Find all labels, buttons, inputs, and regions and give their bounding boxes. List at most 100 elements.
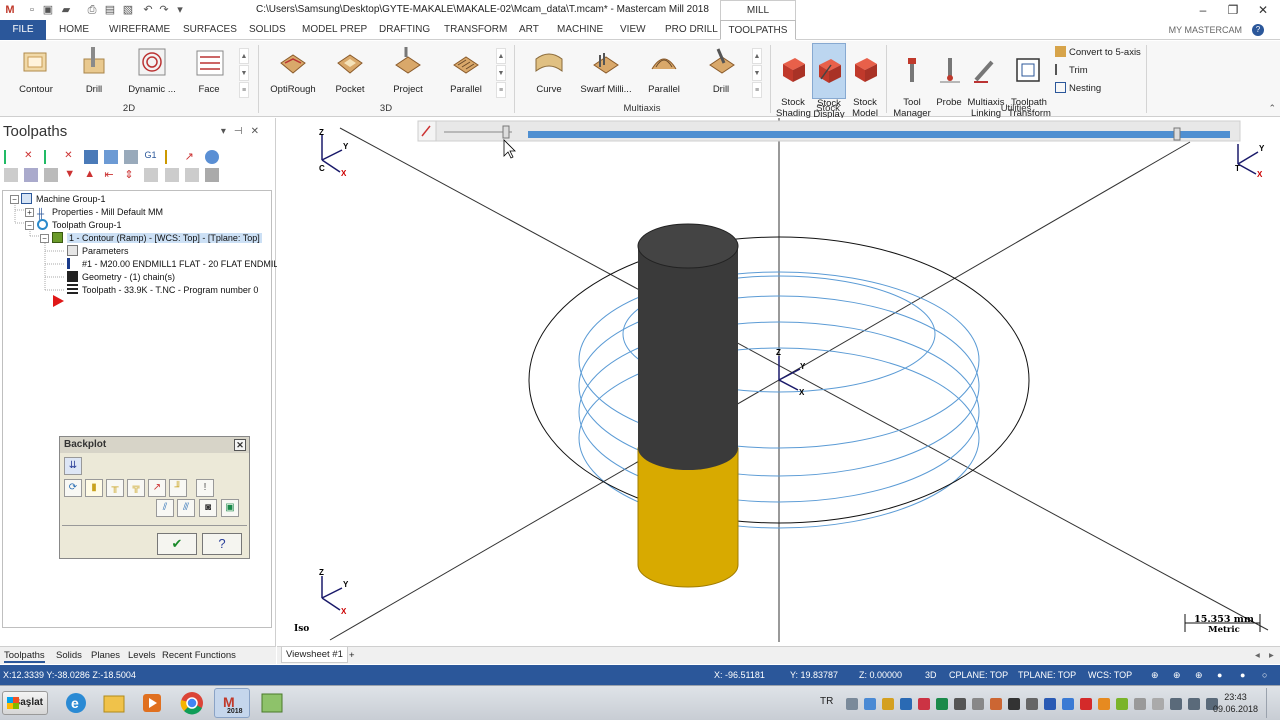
tab-transform[interactable]: TRANSFORM [438, 20, 513, 40]
mastercam-taskbar-button[interactable]: M 2018 [214, 688, 250, 718]
move-up-icon[interactable]: ▲ [84, 168, 98, 182]
tray-app-icon[interactable] [1098, 698, 1110, 710]
tray-app-icon[interactable] [1134, 698, 1146, 710]
undo-icon[interactable]: ↶ [140, 2, 156, 18]
contour-button[interactable]: Contour [14, 45, 58, 95]
insert-after-icon[interactable]: ⇕ [124, 168, 138, 182]
deselect-icon[interactable]: ✕ [24, 150, 38, 164]
stock-display-button[interactable]: Stock Display [812, 43, 846, 120]
display-entity-icon[interactable]: ↗ [148, 479, 166, 497]
select-all-icon[interactable] [4, 150, 18, 164]
tab-machine[interactable]: MACHINE [551, 20, 609, 40]
collapse-ribbon-icon[interactable]: ⌃ [1268, 103, 1276, 114]
tab-pro-drill[interactable]: PRO DRILL [659, 20, 724, 40]
tab-surfaces[interactable]: SURFACES [177, 20, 243, 40]
toggle-posting-icon[interactable] [44, 168, 59, 182]
chrome-icon[interactable] [174, 688, 210, 718]
regenerate-icon[interactable] [44, 150, 58, 164]
settings-icon[interactable] [204, 168, 219, 182]
scroll-left-icon[interactable]: ◂ [1255, 650, 1260, 661]
tab-solids-manager[interactable]: Solids [56, 650, 82, 661]
highfeed-icon[interactable]: ↗ [185, 150, 199, 164]
bluetooth-icon[interactable] [1044, 698, 1056, 710]
print-preview-icon[interactable]: ▤ [102, 2, 118, 18]
wifi-icon[interactable] [1170, 698, 1182, 710]
expand-all-icon[interactable] [184, 168, 199, 182]
tray-app-icon[interactable] [882, 698, 894, 710]
tray-app-icon[interactable] [1062, 698, 1074, 710]
scroll-right-icon[interactable]: ▸ [1269, 650, 1274, 661]
sphere-icon[interactable]: ● [1240, 670, 1245, 680]
trim-button[interactable]: Trim [1055, 64, 1088, 76]
display-rapid-icon[interactable]: ╦ [127, 479, 145, 497]
dynamic-button[interactable]: Dynamic ... [126, 45, 178, 95]
customize-toolbar-icon[interactable]: ▾ [172, 2, 188, 18]
project-button[interactable]: Project [390, 45, 426, 95]
screenshot-icon[interactable]: ▧ [120, 2, 136, 18]
tray-app-icon[interactable] [1026, 698, 1038, 710]
maximize-button[interactable]: ❐ [1218, 0, 1248, 20]
cplane-status[interactable]: CPLANE: TOP [949, 670, 1008, 680]
tab-model-prep[interactable]: MODEL PREP [296, 20, 373, 40]
tab-levels-manager[interactable]: Levels [128, 650, 155, 661]
toggle-display-icon[interactable] [24, 168, 39, 182]
tab-home[interactable]: HOME [53, 20, 95, 40]
ok-button[interactable]: ✔ [157, 533, 197, 555]
tray-app-icon[interactable] [990, 698, 1002, 710]
2d-gallery-scroll[interactable]: ▲ ▼ ≡ [239, 48, 249, 98]
wcs-status[interactable]: WCS: TOP [1088, 670, 1132, 680]
display-holder-icon[interactable]: ╥ [106, 479, 124, 497]
tray-app-icon[interactable] [900, 698, 912, 710]
x-coord[interactable]: X: -96.51181 [714, 670, 765, 680]
tab-art[interactable]: ART [513, 20, 545, 40]
y-coord[interactable]: Y: 19.83787 [790, 670, 838, 680]
globe-icon[interactable]: ⊕ [1151, 670, 1159, 681]
volume-icon[interactable] [1188, 698, 1200, 710]
close-button[interactable]: ✕ [1248, 0, 1278, 20]
shaded-globe-icon[interactable]: ⊕ [1195, 670, 1203, 681]
tab-planes-manager[interactable]: Planes [91, 650, 120, 661]
tab-recent-functions[interactable]: Recent Functions [162, 650, 236, 661]
save-icon[interactable]: ▣ [40, 2, 56, 18]
verify-all-icon[interactable]: ⫻ [177, 499, 195, 517]
tray-app-icon[interactable] [918, 698, 930, 710]
parallel-3d-button[interactable]: Parallel [448, 45, 484, 95]
print-icon[interactable]: ⎙ [84, 2, 100, 18]
show-desktop-button[interactable] [1266, 688, 1276, 718]
tab-solids[interactable]: SOLIDS [243, 20, 292, 40]
language-indicator[interactable]: TR [820, 696, 833, 707]
tab-wireframe[interactable]: WIREFRAME [103, 20, 176, 40]
tab-toolpaths[interactable]: TOOLPATHS [720, 20, 796, 40]
swarf-milling-button[interactable]: Swarf Milli... [578, 45, 634, 95]
quick-verify-icon[interactable]: ⫽ [156, 499, 174, 517]
z-coord[interactable]: Z: 0.00000 [859, 670, 902, 680]
save-geometry-icon[interactable]: ▣ [221, 499, 239, 517]
post-icon[interactable] [164, 150, 179, 164]
panel-close-icon[interactable]: ✕ [251, 126, 267, 137]
convert-to-5-axis-button[interactable]: Convert to 5-axis [1055, 46, 1141, 58]
display-endpoints-icon[interactable]: ╜ [169, 479, 187, 497]
tray-app-icon[interactable] [846, 698, 858, 710]
drill-multiaxis-button[interactable]: Drill [706, 45, 736, 95]
lock-icon[interactable] [4, 168, 18, 182]
tplane-status[interactable]: TPLANE: TOP [1018, 670, 1076, 680]
show-all-icon[interactable] [164, 168, 179, 182]
my-mastercam-link[interactable]: MY MASTERCAM [1169, 20, 1242, 40]
tray-network-icon[interactable] [864, 698, 876, 710]
mode-3d[interactable]: 3D [925, 670, 937, 680]
optirough-button[interactable]: OptiRough [268, 45, 318, 95]
battery-icon[interactable] [1152, 698, 1164, 710]
sphere-outline-icon[interactable]: ○ [1262, 670, 1267, 680]
tray-app-icon[interactable] [1008, 698, 1020, 710]
add-viewsheet-button[interactable]: + [349, 650, 355, 661]
insert-arrow-icon[interactable]: ⇤ [104, 168, 118, 182]
help-small-icon[interactable] [204, 150, 219, 164]
mastercam-logo-icon[interactable]: M [2, 2, 18, 18]
screenshot-camera-icon[interactable]: ◙ [199, 499, 217, 517]
file-explorer-icon[interactable] [96, 688, 132, 718]
backplot-close-button[interactable]: ✕ [234, 439, 246, 451]
clock[interactable]: 23:43 09.06.2018 [1213, 691, 1258, 715]
loop-icon[interactable]: ⟳ [64, 479, 82, 497]
expand-dialog-icon[interactable]: ⇊ [64, 457, 82, 475]
panel-pin-icon[interactable]: ⊣ [234, 126, 251, 137]
